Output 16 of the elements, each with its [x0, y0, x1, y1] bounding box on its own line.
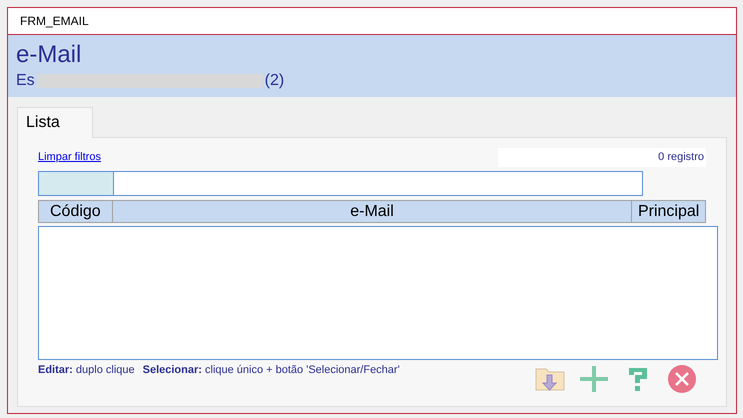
filter-field[interactable] [38, 171, 114, 196]
column-header: Código [38, 200, 113, 223]
plus-icon[interactable] [578, 364, 610, 394]
column-header: e-Mail [112, 200, 632, 223]
record-count: 0 registro [498, 148, 706, 166]
window-title: FRM_EMAIL [20, 13, 89, 30]
close-icon[interactable] [666, 364, 698, 394]
tab[interactable]: Lista [17, 107, 93, 138]
filter-field[interactable] [114, 171, 643, 196]
subtitle-text: (2) [264, 71, 284, 91]
column-header: Principal [632, 200, 706, 223]
hint-text: Editar: duplo clique [38, 363, 135, 376]
form-title: e-Mail [16, 40, 82, 70]
subtitle-text: Es [16, 71, 35, 91]
clear-filters-link[interactable]: Limpar filtros [38, 148, 101, 166]
hint-text: Selecionar: clique único + botão 'Selecionar/Fechar' [142, 363, 400, 376]
